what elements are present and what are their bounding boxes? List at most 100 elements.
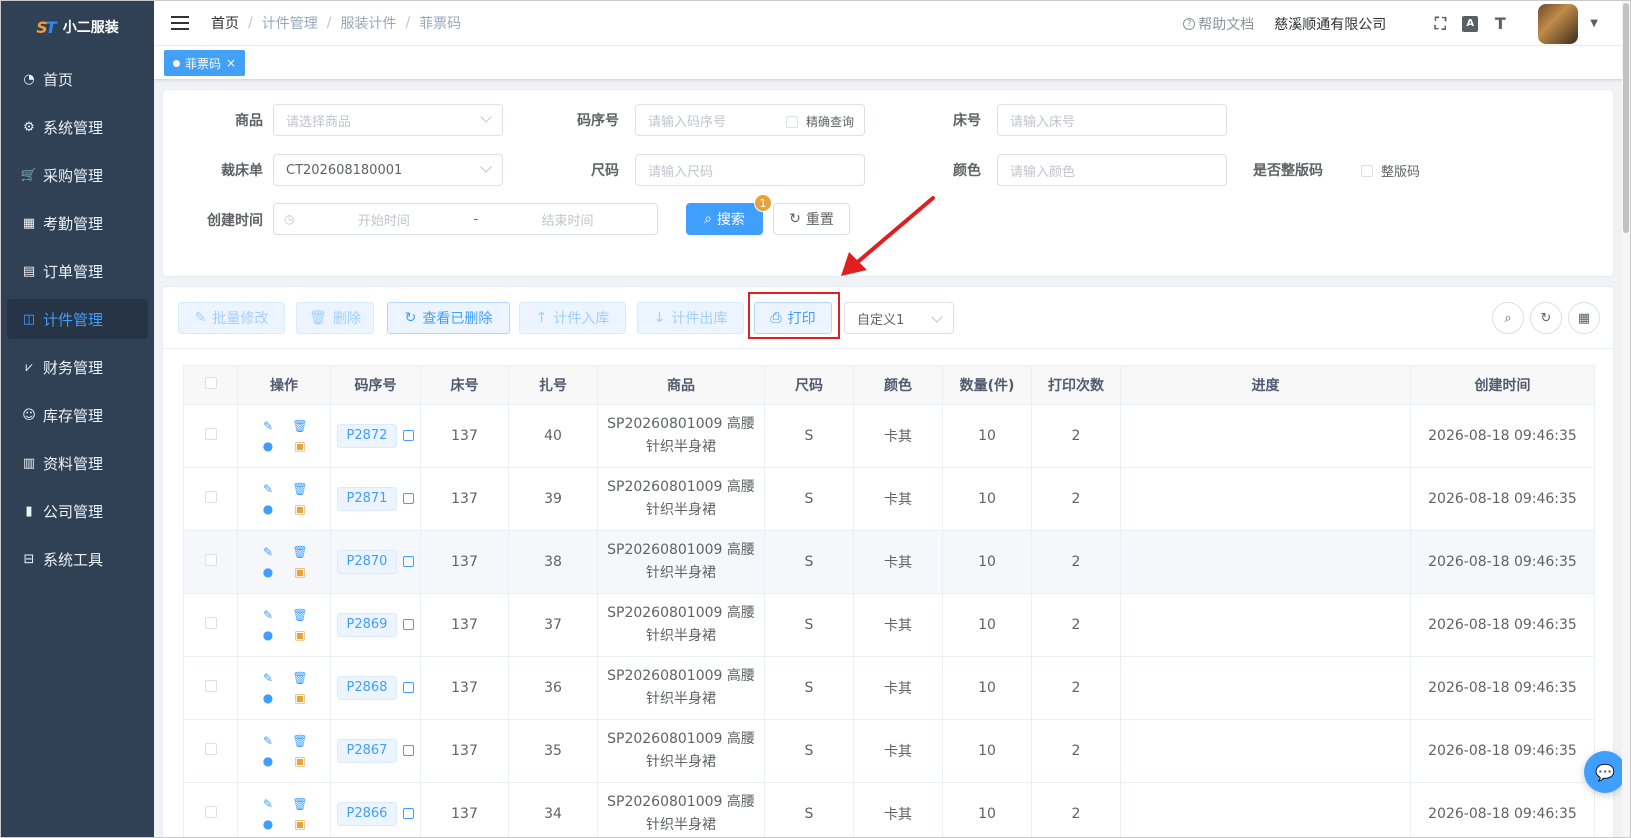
tag-feipiaoma[interactable]: 菲票码 × — [164, 50, 246, 76]
sidebar-item[interactable]: ☺ 库存管理 — [7, 395, 148, 435]
edit-icon[interactable]: ✎ — [260, 608, 276, 622]
sidebar-item[interactable]: ▥ 资料管理 — [7, 443, 148, 483]
columns-button[interactable]: ▦ — [1568, 302, 1600, 334]
page-scrollbar[interactable] — [1622, 1, 1630, 837]
code-input[interactable]: 请输入码序号 精确查询 — [635, 104, 865, 136]
clipboard-icon[interactable]: ▣ — [292, 628, 308, 642]
search-button[interactable]: ⌕ 搜索 1 — [686, 194, 772, 235]
chat-bubble-button[interactable]: 💬 — [1584, 751, 1626, 793]
sidebar-item[interactable]: 🛒 采购管理 — [7, 155, 148, 195]
batch-edit-button[interactable]: ✎ 批量修改 — [178, 302, 285, 334]
code-tag[interactable]: P2872 — [336, 424, 398, 448]
edit-icon[interactable]: ✎ — [260, 671, 276, 685]
size-input[interactable]: 请输入尺码 — [635, 154, 865, 186]
avatar[interactable] — [1538, 3, 1579, 44]
clipboard-icon[interactable]: ▣ — [292, 502, 308, 516]
trash-icon[interactable]: 🗑 — [292, 734, 308, 748]
trash-icon[interactable]: 🗑 — [292, 545, 308, 559]
reset-button[interactable]: ↻ 重置 — [773, 203, 850, 235]
row-checkbox[interactable] — [204, 743, 217, 755]
delete-button[interactable]: 🗑 删除 — [296, 302, 374, 334]
exact-query-checkbox[interactable]: 精确查询 — [785, 113, 854, 130]
code-tag[interactable]: P2869 — [336, 613, 398, 637]
clipboard-icon[interactable]: ▣ — [292, 565, 308, 579]
row-select-cell[interactable] — [183, 782, 238, 837]
table-row[interactable]: ✎ 🗑 ● ▣ P2869 137 37 SP20260801009 高腰 针织半身裙 S 卡其 10… — [183, 593, 1595, 657]
end-time-input[interactable]: 结束时间 — [478, 210, 657, 229]
row-select-cell[interactable] — [183, 404, 238, 468]
row-checkbox[interactable] — [204, 428, 217, 440]
clipboard-icon[interactable]: ▣ — [292, 691, 308, 705]
breadcrumb-home[interactable]: 首页 — [211, 13, 239, 33]
user-icon[interactable]: ● — [260, 817, 276, 831]
sidebar-item[interactable]: ▦ 考勤管理 — [7, 203, 148, 243]
column-preset-select[interactable]: 自定义1 — [844, 302, 954, 334]
edit-icon[interactable]: ✎ — [260, 734, 276, 748]
translate-icon[interactable]: A — [1462, 15, 1479, 32]
stock-in-button[interactable]: ↑ 计件入库 — [519, 302, 626, 334]
sidebar-item[interactable]: ◫ 计件管理 — [7, 299, 148, 339]
cut-order-select[interactable]: CT202608180001 — [273, 154, 503, 186]
sidebar-item[interactable]: ▤ 订单管理 — [7, 251, 148, 291]
sidebar-item[interactable]: ⊟ 系统工具 — [7, 539, 148, 579]
row-checkbox[interactable] — [204, 617, 217, 629]
row-checkbox[interactable] — [204, 806, 217, 818]
table-row[interactable]: ✎ 🗑 ● ▣ P2867 137 35 SP20260801009 高腰 针织半身裙 S 卡其 10… — [183, 719, 1595, 783]
bed-input[interactable]: 请输入床号 — [997, 104, 1227, 136]
user-icon[interactable]: ● — [260, 628, 276, 642]
trash-icon[interactable]: 🗑 — [292, 608, 308, 622]
code-tag[interactable]: P2870 — [336, 550, 398, 574]
help-docs-link[interactable]: ? 帮助文档 — [1183, 14, 1254, 34]
sidebar-item[interactable]: ⚙ 系统管理 — [7, 107, 148, 147]
user-icon[interactable]: ● — [260, 691, 276, 705]
fullscreen-icon[interactable]: ⛶ — [1430, 14, 1450, 34]
sidebar-item[interactable]: ⩗ 财务管理 — [7, 347, 148, 387]
row-select-cell[interactable] — [183, 593, 238, 657]
table-row[interactable]: ✎ 🗑 ● ▣ P2871 137 39 SP20260801009 高腰 针织半身裙 S 卡其 10… — [183, 467, 1595, 531]
row-select-cell[interactable] — [183, 530, 238, 594]
hamburger-icon[interactable] — [171, 16, 189, 30]
clipboard-icon[interactable]: ▣ — [292, 754, 308, 768]
app-logo[interactable]: ST 小二服装 — [1, 1, 154, 53]
copy-icon[interactable] — [403, 618, 415, 630]
product-select[interactable]: 请选择商品 — [273, 104, 503, 136]
row-select-cell[interactable] — [183, 719, 238, 783]
table-row[interactable]: ✎ 🗑 ● ▣ P2866 137 34 SP20260801009 高腰 针织半身裙 S 卡其 10… — [183, 782, 1595, 837]
row-select-cell[interactable] — [183, 467, 238, 531]
edit-icon[interactable]: ✎ — [260, 482, 276, 496]
full-version-checkbox[interactable]: 整版码 — [1361, 161, 1420, 180]
breadcrumb-piecework[interactable]: 计件管理 — [262, 13, 318, 33]
trash-icon[interactable]: 🗑 — [292, 671, 308, 685]
color-input[interactable]: 请输入颜色 — [997, 154, 1227, 186]
row-checkbox[interactable] — [204, 491, 217, 503]
copy-icon[interactable] — [403, 555, 415, 567]
trash-icon[interactable]: 🗑 — [292, 797, 308, 811]
start-time-input[interactable]: 开始时间 — [294, 210, 473, 229]
edit-icon[interactable]: ✎ — [260, 797, 276, 811]
copy-icon[interactable] — [403, 492, 415, 504]
trash-icon[interactable]: 🗑 — [292, 482, 308, 496]
code-tag[interactable]: P2868 — [336, 676, 398, 700]
row-select-cell[interactable] — [183, 656, 238, 720]
sidebar-item[interactable]: ◔ 首页 — [7, 59, 148, 99]
breadcrumb-garment-piecework[interactable]: 服装计件 — [340, 13, 396, 33]
select-all-checkbox[interactable] — [204, 377, 217, 389]
user-icon[interactable]: ● — [260, 565, 276, 579]
clipboard-icon[interactable]: ▣ — [292, 439, 308, 453]
font-size-icon[interactable]: T — [1490, 14, 1510, 34]
trash-icon[interactable]: 🗑 — [292, 419, 308, 433]
stock-out-button[interactable]: ↓ 计件出库 — [637, 302, 744, 334]
code-tag[interactable]: P2871 — [336, 487, 398, 511]
table-row[interactable]: ✎ 🗑 ● ▣ P2870 137 38 SP20260801009 高腰 针织半身裙 S 卡其 10… — [183, 530, 1595, 594]
select-all-header[interactable] — [183, 365, 238, 405]
user-icon[interactable]: ● — [260, 502, 276, 516]
code-tag[interactable]: P2866 — [336, 802, 398, 826]
copy-icon[interactable] — [403, 681, 415, 693]
clipboard-icon[interactable]: ▣ — [292, 817, 308, 831]
copy-icon[interactable] — [403, 807, 415, 819]
user-icon[interactable]: ● — [260, 439, 276, 453]
user-icon[interactable]: ● — [260, 754, 276, 768]
copy-icon[interactable] — [403, 744, 415, 756]
row-checkbox[interactable] — [204, 680, 217, 692]
view-deleted-button[interactable]: ↻ 查看已删除 — [387, 302, 510, 334]
